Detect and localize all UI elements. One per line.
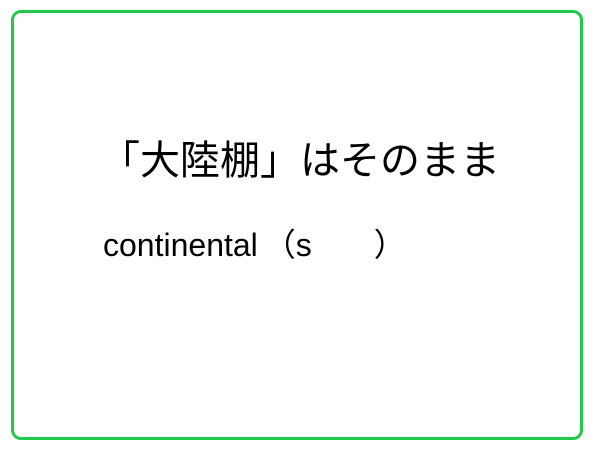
close-paren: ） xyxy=(373,227,406,263)
answer-line: continental （s ） xyxy=(103,223,406,267)
instruction-text: 「大陸棚」はそのまま xyxy=(100,138,500,184)
open-paren: （ xyxy=(263,227,296,263)
quiz-card: 「大陸棚」はそのまま continental （s ） xyxy=(11,10,583,440)
given-word: continental xyxy=(103,227,258,263)
hint-letter: s xyxy=(295,227,312,263)
